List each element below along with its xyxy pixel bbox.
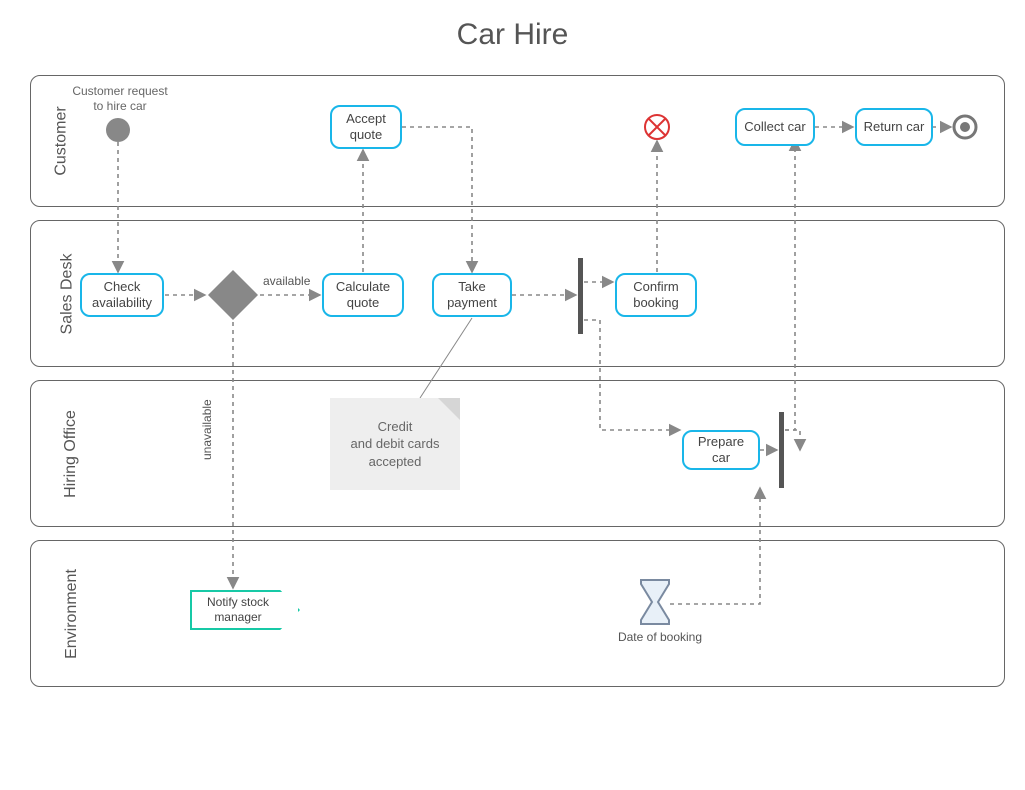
diagram-canvas: Car Hire Customer Sales Desk Hiring Offi… — [0, 0, 1025, 790]
lane-hiring: Hiring Office — [30, 380, 1005, 527]
task-check-availability: Check availability — [80, 273, 164, 317]
start-event-label: Customer requestto hire car — [70, 84, 170, 114]
task-return-car: Return car — [855, 108, 933, 146]
annotation-text: Creditand debit cardsaccepted — [351, 418, 440, 471]
lane-sales: Sales Desk — [30, 220, 1005, 367]
lane-label-hiring: Hiring Office — [62, 410, 80, 498]
task-accept-quote: Accept quote — [330, 105, 402, 149]
task-calculate-quote: Calculate quote — [322, 273, 404, 317]
lane-label-customer: Customer — [53, 106, 71, 175]
task-prepare-car: Prepare car — [682, 430, 760, 470]
task-notify-stock: Notify stock manager — [190, 590, 300, 630]
annotation-note: Creditand debit cardsaccepted — [330, 398, 460, 490]
timer-label: Date of booking — [615, 630, 705, 644]
edge-label-available: available — [263, 274, 310, 288]
task-take-payment: Take payment — [432, 273, 512, 317]
lane-label-environment: Environment — [63, 569, 81, 659]
diagram-title: Car Hire — [0, 18, 1025, 52]
note-fold-icon — [438, 398, 460, 420]
edge-label-unavailable: unavailable — [200, 399, 214, 460]
task-collect-car: Collect car — [735, 108, 815, 146]
lane-label-sales: Sales Desk — [58, 253, 76, 334]
task-confirm-booking: Confirm booking — [615, 273, 697, 317]
lane-environment: Environment — [30, 540, 1005, 687]
